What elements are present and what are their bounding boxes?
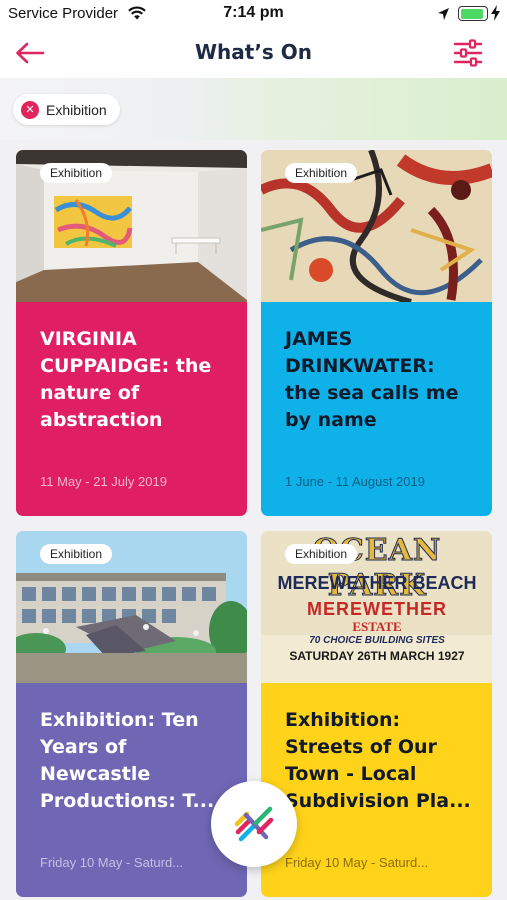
event-card[interactable]: Exhibition Exhibition: Ten Years of Newc… [16, 531, 247, 897]
sliders-icon [453, 39, 483, 67]
event-title: JAMES DRINKWATER: the sea calls me by na… [285, 328, 459, 431]
active-filters-bar: ✕ Exhibition [0, 78, 507, 140]
category-badge: Exhibition [40, 163, 113, 183]
clock: 7:14 pm [223, 4, 284, 21]
poster-line-3: MEREWETHER [307, 599, 447, 619]
filter-chip-exhibition[interactable]: ✕ Exhibition [13, 94, 120, 125]
event-date: Friday 10 May - Saturd... [40, 855, 184, 870]
category-badge: Exhibition [40, 544, 113, 564]
nav-bar: What’s On [0, 28, 507, 78]
filter-button[interactable] [452, 38, 484, 68]
event-title: Exhibition: Ten Years of Newcastle Produ… [40, 709, 215, 812]
location-arrow-icon [437, 6, 450, 25]
event-image: Exhibition [16, 150, 247, 302]
event-title: VIRGINIA CUPPAIDGE: the nature of abstra… [40, 328, 212, 431]
remove-filter-icon[interactable]: ✕ [21, 100, 39, 119]
event-image: OCEAN PARK MEREWETHER BEACH MEREWETHER E… [261, 531, 492, 683]
app-logo-icon [234, 806, 274, 842]
event-title: Exhibition: Streets of Our Town - Local … [285, 709, 471, 812]
charging-bolt-icon [491, 5, 500, 25]
app-menu-button[interactable] [211, 781, 297, 867]
event-card-body: Exhibition: Streets of Our Town - Local … [261, 683, 492, 897]
poster-line-4: ESTATE [352, 619, 402, 634]
event-image: Exhibition [16, 531, 247, 683]
event-card-body: JAMES DRINKWATER: the sea calls me by na… [261, 302, 492, 516]
event-date: 1 June - 11 August 2019 [285, 474, 425, 489]
status-bar: Service Provider 7:14 pm [0, 0, 507, 28]
event-card[interactable]: OCEAN PARK MEREWETHER BEACH MEREWETHER E… [261, 531, 492, 897]
event-date: 11 May - 21 July 2019 [40, 474, 167, 489]
event-card-body: VIRGINIA CUPPAIDGE: the nature of abstra… [16, 302, 247, 516]
event-image: Exhibition [261, 150, 492, 302]
event-date: Friday 10 May - Saturd... [285, 855, 429, 870]
poster-line-6: SATURDAY 26TH MARCH 1927 [289, 649, 465, 663]
category-badge: Exhibition [285, 544, 358, 564]
poster-line-5: 70 CHOICE BUILDING SITES [309, 635, 445, 646]
poster-line-2: MEREWETHER BEACH [277, 573, 477, 593]
battery-icon [458, 6, 488, 21]
event-card-body: Exhibition: Ten Years of Newcastle Produ… [16, 683, 247, 897]
event-card[interactable]: Exhibition VIRGINIA CUPPAIDGE: the natur… [16, 150, 247, 516]
event-card[interactable]: Exhibition JAMES DRINKWATER: the sea cal… [261, 150, 492, 516]
category-badge: Exhibition [285, 163, 358, 183]
page-title: What’s On [194, 40, 313, 64]
filter-chip-label: Exhibition [46, 101, 107, 118]
